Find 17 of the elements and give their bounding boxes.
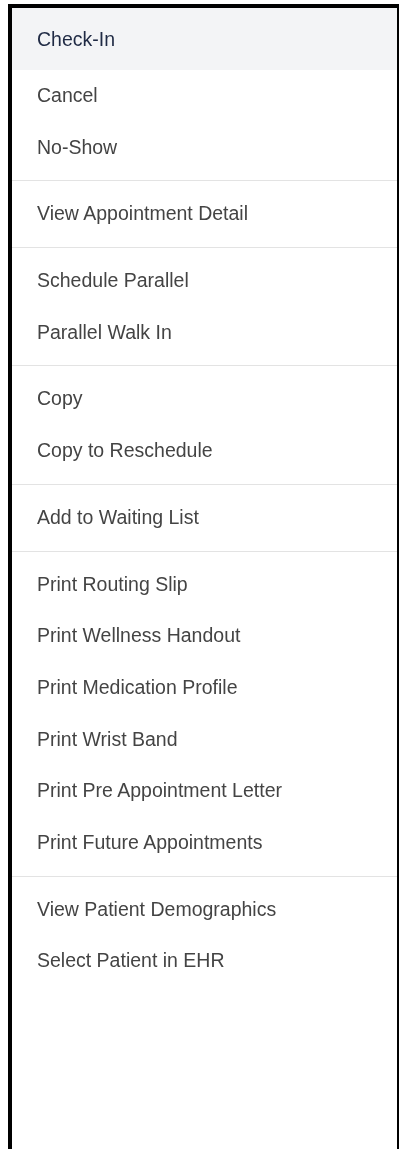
menu-item[interactable]: Copy to Reschedule — [12, 425, 397, 477]
menu-item[interactable]: View Appointment Detail — [12, 188, 397, 241]
menu-item[interactable]: Add to Waiting List — [12, 491, 397, 544]
menu-item[interactable]: Copy — [12, 373, 397, 426]
menu-item[interactable]: Print Medication Profile — [12, 661, 397, 714]
menu-item[interactable]: Parallel Walk In — [12, 306, 397, 359]
menu-item[interactable]: Print Pre Appointment Letter — [12, 765, 397, 817]
menu-item[interactable]: Print Wellness Handout — [12, 610, 397, 662]
menu-item[interactable]: Print Routing Slip — [12, 558, 397, 611]
menu-item[interactable]: No-Show — [12, 121, 397, 174]
menu-item[interactable]: Check-In — [12, 8, 397, 70]
menu-item[interactable]: View Patient Demographics — [12, 883, 397, 936]
menu-item[interactable]: Cancel — [12, 70, 397, 122]
menu-item[interactable]: Schedule Parallel — [12, 255, 397, 307]
menu-item[interactable]: Print Future Appointments — [12, 816, 397, 869]
menu-item[interactable]: Select Patient in EHR — [12, 935, 397, 987]
menu-item[interactable]: Print Wrist Band — [12, 713, 397, 766]
